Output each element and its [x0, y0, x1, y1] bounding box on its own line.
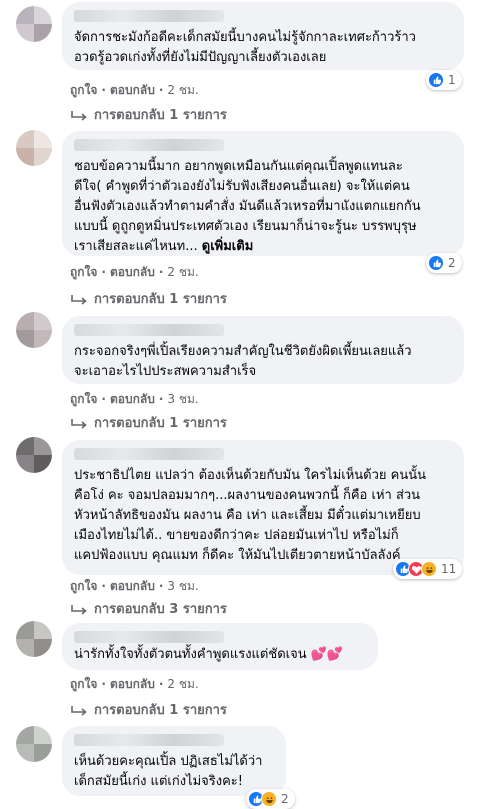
comment-actions: ถูกใจ · ตอบกลับ · 3 ชม.	[70, 390, 199, 409]
avatar[interactable]	[16, 6, 52, 42]
comment-bubble: น่ารักทั้งใจทั้งตัวตนทั้งคำพูดแรงแต่ชัดเ…	[62, 623, 378, 670]
haha-icon	[261, 791, 277, 807]
reaction-summary[interactable]: 2	[426, 253, 462, 273]
reply-arrow-icon	[70, 705, 88, 717]
comment-time[interactable]: 3 ชม.	[167, 577, 198, 596]
view-replies-link[interactable]: การตอบกลับ 1 รายการ	[70, 288, 227, 309]
haha-icon	[421, 561, 437, 577]
reaction-count: 2	[281, 792, 289, 806]
reply-arrow-icon	[70, 110, 88, 122]
comment-time[interactable]: 2 ชม.	[167, 675, 198, 694]
reaction-summary[interactable]: 2	[246, 789, 295, 809]
comment-text: น่ารักทั้งใจทั้งตัวตนทั้งคำพูดแรงแต่ชัดเ…	[74, 647, 344, 662]
reaction-count: 1	[448, 73, 456, 87]
two-hearts-emoji: 💕💕	[310, 647, 344, 662]
comment-time[interactable]: 2 ชม.	[167, 263, 198, 282]
reaction-count: 2	[448, 256, 456, 270]
comment-bubble: ชอบข้อความนี้มาก อยากพูดเหมือนกันแต่คุณเ…	[62, 131, 464, 256]
comment-text: ชอบข้อความนี้มาก อยากพูดเหมือนกันแต่คุณเ…	[74, 159, 421, 254]
reply-button[interactable]: ตอบกลับ	[110, 577, 155, 596]
comment-text: ประชาธิปไตย แปลว่า ต้องเห็นด้วยกับมัน ใค…	[74, 468, 427, 563]
comment-bubble: เห็นด้วยคะคุณเปิ้ล ปฏิเสธไม่ได้ว่า เด็กส…	[62, 726, 286, 796]
commenter-name-blurred[interactable]	[74, 448, 224, 460]
comment-text: เห็นด้วยคะคุณเปิ้ล ปฏิเสธไม่ได้ว่า เด็กส…	[74, 754, 263, 789]
commenter-name-blurred[interactable]	[74, 324, 224, 336]
commenter-name-blurred[interactable]	[74, 139, 224, 151]
reply-arrow-icon	[70, 604, 88, 616]
reply-button[interactable]: ตอบกลับ	[110, 81, 155, 100]
comment-time[interactable]: 2 ชม.	[167, 81, 198, 100]
comment-actions: ถูกใจ · ตอบกลับ · 2 ชม.	[70, 81, 199, 100]
commenter-name-blurred[interactable]	[74, 734, 224, 746]
comment-time[interactable]: 3 ชม.	[167, 390, 198, 409]
reply-arrow-icon	[70, 294, 88, 306]
reply-arrow-icon	[70, 418, 88, 430]
comment-bubble: จัดการชะมังก้อดีคะเด็กสมัยนี้บางคนไม่รู้…	[62, 2, 464, 70]
commenter-name-blurred[interactable]	[74, 10, 224, 22]
reaction-count: 11	[441, 562, 457, 576]
view-replies-link[interactable]: การตอบกลับ 1 รายการ	[70, 412, 227, 433]
comment-bubble: กระจอกจริงๆพี่เปิ้ลเรียงความสำคัญในชีวิต…	[62, 316, 464, 384]
avatar[interactable]	[16, 312, 52, 348]
comment-text: กระจอกจริงๆพี่เปิ้ลเรียงความสำคัญในชีวิต…	[74, 344, 412, 379]
comment-actions: ถูกใจ · ตอบกลับ · 2 ชม.	[70, 263, 199, 282]
comment-bubble: ประชาธิปไตย แปลว่า ต้องเห็นด้วยกับมัน ใค…	[62, 440, 464, 575]
avatar[interactable]	[16, 621, 52, 657]
like-button[interactable]: ถูกใจ	[70, 390, 97, 409]
like-button[interactable]: ถูกใจ	[70, 263, 97, 282]
reply-button[interactable]: ตอบกลับ	[110, 390, 155, 409]
reaction-summary[interactable]: 11	[393, 559, 463, 579]
reply-button[interactable]: ตอบกลับ	[110, 263, 155, 282]
view-replies-link[interactable]: การตอบกลับ 1 รายการ	[70, 699, 227, 720]
commenter-name-blurred[interactable]	[74, 631, 224, 643]
avatar[interactable]	[16, 130, 52, 166]
view-replies-link[interactable]: การตอบกลับ 3 รายการ	[70, 598, 227, 619]
like-icon	[428, 255, 444, 271]
avatar[interactable]	[16, 437, 52, 473]
like-icon	[428, 72, 444, 88]
reaction-summary[interactable]: 1	[426, 70, 462, 90]
comment-text: จัดการชะมังก้อดีคะเด็กสมัยนี้บางคนไม่รู้…	[74, 30, 416, 65]
comment-actions: ถูกใจ · ตอบกลับ · 3 ชม.	[70, 577, 199, 596]
see-more-link[interactable]: ดูเพิ่มเติม	[202, 239, 253, 254]
view-replies-link[interactable]: การตอบกลับ 1 รายการ	[70, 104, 227, 125]
comment-actions: ถูกใจ · ตอบกลับ · 2 ชม.	[70, 675, 199, 694]
like-button[interactable]: ถูกใจ	[70, 577, 97, 596]
reply-button[interactable]: ตอบกลับ	[110, 675, 155, 694]
like-button[interactable]: ถูกใจ	[70, 81, 97, 100]
avatar[interactable]	[16, 726, 52, 762]
like-button[interactable]: ถูกใจ	[70, 675, 97, 694]
